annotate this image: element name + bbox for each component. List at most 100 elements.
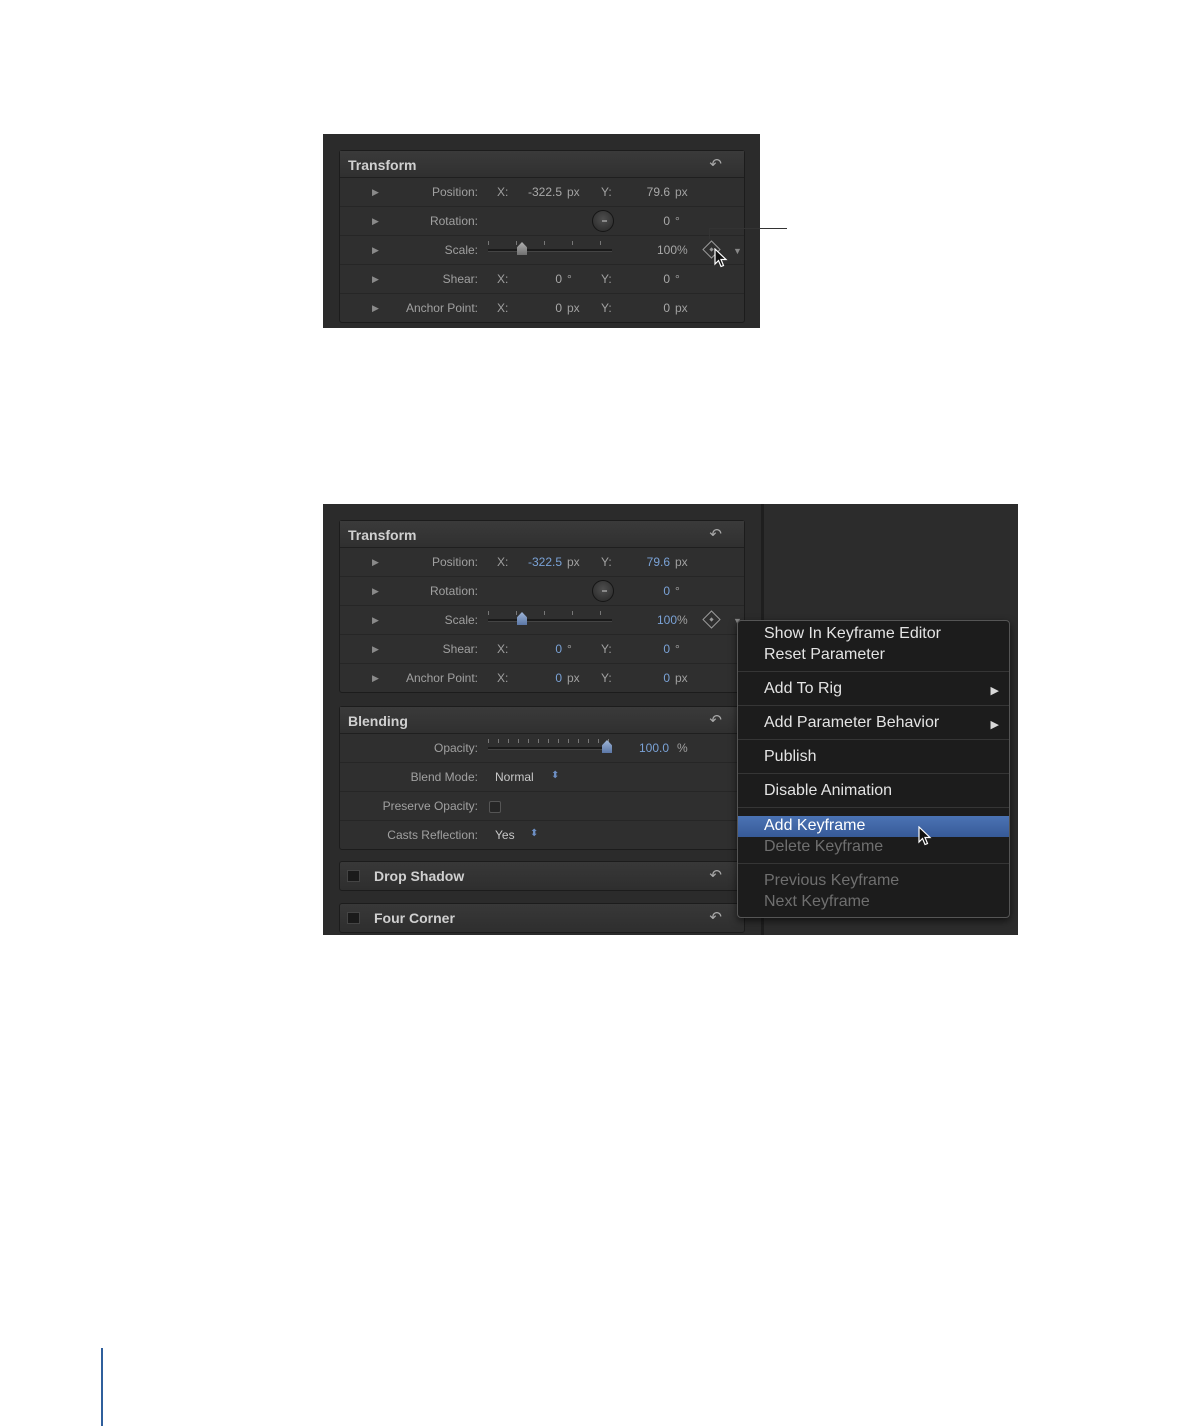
menu-item-show-in-keyframe-editor[interactable]: Show In Keyframe Editor <box>764 625 941 643</box>
position-x-label: X: <box>497 555 509 569</box>
blend-mode-row: Blend Mode: Normal ⬍ <box>340 763 744 792</box>
anchor-point-label: Anchor Point: <box>405 671 478 685</box>
drop-shadow-enable-checkbox[interactable] <box>347 870 360 882</box>
position-x-value[interactable]: -322.5 <box>528 555 562 569</box>
parameter-context-menu: Show In Keyframe Editor Reset Parameter … <box>737 620 1010 918</box>
shear-x-value[interactable]: 0 <box>555 272 562 286</box>
menu-item-add-to-rig[interactable]: Add To Rig <box>764 680 842 698</box>
opacity-label: Opacity: <box>433 741 478 755</box>
rotation-dial[interactable] <box>592 210 614 232</box>
scale-unit: % <box>677 243 688 257</box>
context-menu-screenshot: Transform ↶ ▶ Position: X: -322.5 px Y: … <box>323 504 1018 935</box>
position-y-value[interactable]: 79.6 <box>647 555 670 569</box>
scale-slider[interactable] <box>488 619 612 622</box>
transform-panel: Transform ↶ ▶ Position: X: -322.5 px Y: … <box>339 520 745 693</box>
menu-item-publish[interactable]: Publish <box>764 748 816 766</box>
popup-arrows-icon[interactable]: ⬍ <box>530 828 538 839</box>
position-y-value[interactable]: 79.6 <box>647 185 670 199</box>
disclosure-triangle-icon[interactable]: ▶ <box>372 673 379 684</box>
menu-separator <box>738 863 1009 864</box>
shear-label: Shear: <box>442 642 478 656</box>
disclosure-triangle-icon[interactable]: ▶ <box>372 274 379 285</box>
anchor-y-value[interactable]: 0 <box>663 671 670 685</box>
position-y-unit: px <box>675 555 688 569</box>
shear-row: ▶ Shear: X: 0 ° Y: 0 ° <box>340 635 744 664</box>
shear-x-label: X: <box>497 272 509 286</box>
anchor-y-label: Y: <box>601 671 612 685</box>
shear-x-value[interactable]: 0 <box>555 642 562 656</box>
disclosure-triangle-icon[interactable]: ▶ <box>372 615 379 626</box>
blend-mode-select[interactable]: Normal <box>495 770 534 784</box>
position-x-label: X: <box>497 185 509 199</box>
drop-shadow-title: Drop Shadow <box>374 868 465 884</box>
animation-menu-icon[interactable]: ▼ <box>733 246 742 256</box>
shear-y-value[interactable]: 0 <box>663 272 670 286</box>
disclosure-triangle-icon[interactable]: ▶ <box>372 303 379 314</box>
position-label: Position: <box>431 185 478 199</box>
four-corner-header[interactable]: Four Corner ↶ <box>339 903 745 933</box>
preserve-opacity-label: Preserve Opacity: <box>382 799 478 813</box>
scale-label: Scale: <box>444 243 478 257</box>
rotation-label: Rotation: <box>429 214 478 228</box>
menu-item-delete-keyframe: Delete Keyframe <box>764 838 884 855</box>
shear-y-unit: ° <box>675 642 680 656</box>
blending-header[interactable]: Blending ↶ <box>340 707 744 734</box>
scale-value[interactable]: 100 <box>657 613 677 627</box>
four-corner-enable-checkbox[interactable] <box>347 912 360 924</box>
disclosure-triangle-icon[interactable]: ▶ <box>372 586 379 597</box>
anchor-x-label: X: <box>497 671 509 685</box>
scale-slider-ticks <box>488 611 612 615</box>
reset-icon[interactable]: ↶ <box>709 908 722 926</box>
rotation-label: Rotation: <box>429 584 478 598</box>
shear-label: Shear: <box>442 272 478 286</box>
rotation-value[interactable]: 0 <box>663 584 670 598</box>
scale-value[interactable]: 100 <box>657 243 677 257</box>
transform-panel: Transform ↶ ▶ Position: X: -322.5 px Y: … <box>339 150 745 323</box>
reset-icon[interactable]: ↶ <box>709 525 722 543</box>
anchor-point-label: Anchor Point: <box>405 301 478 315</box>
position-y-unit: px <box>675 185 688 199</box>
menu-item-reset-parameter[interactable]: Reset Parameter <box>764 646 885 664</box>
transform-header[interactable]: Transform ↶ <box>340 521 744 548</box>
scale-slider[interactable] <box>488 249 612 252</box>
add-keyframe-icon[interactable] <box>702 610 721 629</box>
transform-header[interactable]: Transform ↶ <box>340 151 744 178</box>
disclosure-triangle-icon[interactable]: ▶ <box>372 644 379 655</box>
shear-x-unit: ° <box>567 272 572 286</box>
shear-x-label: X: <box>497 642 509 656</box>
disclosure-triangle-icon[interactable]: ▶ <box>372 216 379 227</box>
casts-reflection-select[interactable]: Yes <box>495 828 515 842</box>
preserve-opacity-checkbox[interactable] <box>489 801 501 813</box>
anchor-x-unit: px <box>567 301 580 315</box>
menu-item-add-parameter-behavior[interactable]: Add Parameter Behavior <box>764 714 939 732</box>
popup-arrows-icon[interactable]: ⬍ <box>551 770 559 781</box>
menu-separator <box>738 773 1009 774</box>
position-x-unit: px <box>567 555 580 569</box>
shear-y-label: Y: <box>601 642 612 656</box>
scale-row: ▶ Scale: 100 % ▼ <box>340 236 744 265</box>
reset-icon[interactable]: ↶ <box>709 155 722 173</box>
disclosure-triangle-icon[interactable]: ▶ <box>372 245 379 256</box>
rotation-dial[interactable] <box>592 580 614 602</box>
anchor-y-value[interactable]: 0 <box>663 301 670 315</box>
menu-item-add-keyframe[interactable]: Add Keyframe <box>764 817 865 835</box>
rotation-row: ▶ Rotation: 0 ° <box>340 207 744 236</box>
anchor-x-value[interactable]: 0 <box>555 671 562 685</box>
shear-y-value[interactable]: 0 <box>663 642 670 656</box>
anchor-x-label: X: <box>497 301 509 315</box>
menu-item-disable-animation[interactable]: Disable Animation <box>764 782 892 800</box>
rotation-row: ▶ Rotation: 0 ° <box>340 577 744 606</box>
opacity-slider[interactable] <box>488 747 612 750</box>
position-x-value[interactable]: -322.5 <box>528 185 562 199</box>
position-row: ▶ Position: X: -322.5 px Y: 79.6 px <box>340 548 744 577</box>
reset-icon[interactable]: ↶ <box>709 866 722 884</box>
opacity-value[interactable]: 100.0 <box>639 741 669 755</box>
rotation-value[interactable]: 0 <box>663 214 670 228</box>
anchor-y-unit: px <box>675 671 688 685</box>
disclosure-triangle-icon[interactable]: ▶ <box>372 557 379 568</box>
shear-x-unit: ° <box>567 642 572 656</box>
disclosure-triangle-icon[interactable]: ▶ <box>372 187 379 198</box>
drop-shadow-header[interactable]: Drop Shadow ↶ <box>339 861 745 891</box>
reset-icon[interactable]: ↶ <box>709 711 722 729</box>
anchor-x-value[interactable]: 0 <box>555 301 562 315</box>
